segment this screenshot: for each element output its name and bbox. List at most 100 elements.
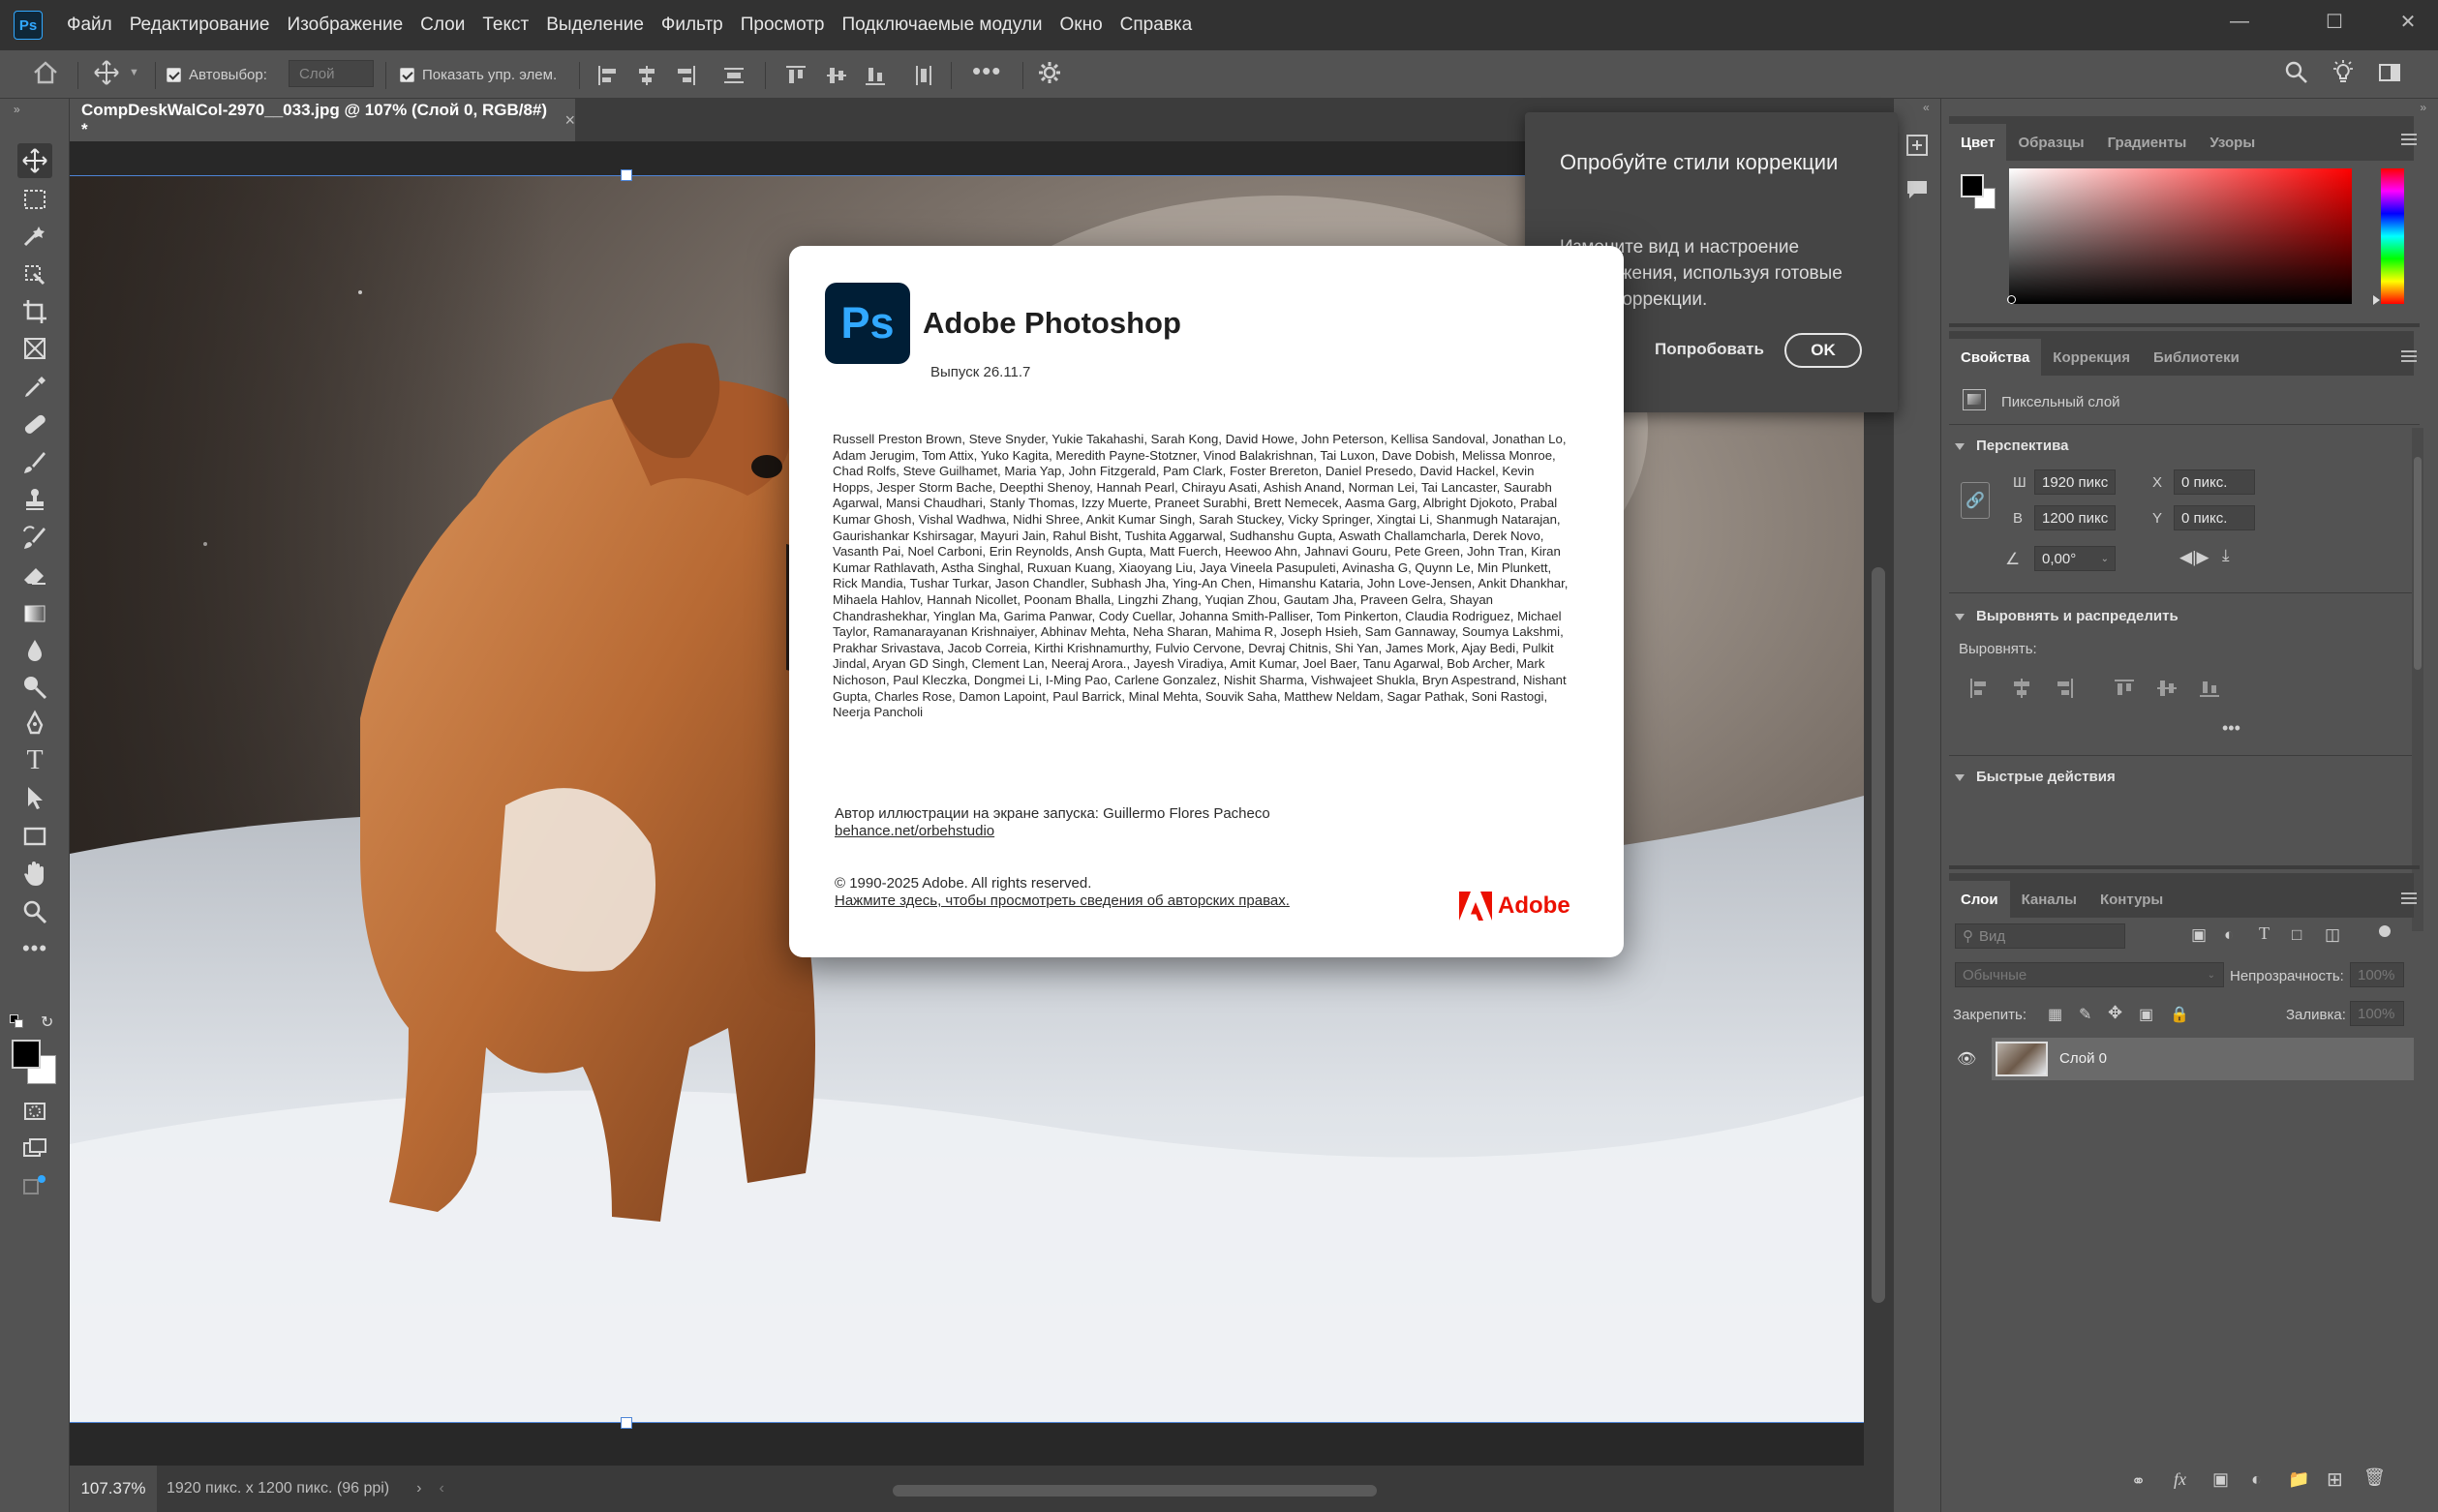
dodge-tool-icon[interactable]	[17, 670, 52, 705]
discover-lightbulb-icon[interactable]	[2330, 60, 2357, 85]
frame-tool-icon[interactable]	[17, 331, 52, 366]
move-tool-preset-icon[interactable]: ▼	[92, 60, 139, 85]
layer-row[interactable]: Слой 0	[1992, 1038, 2414, 1080]
share-icon[interactable]	[17, 1167, 52, 1202]
properties-scrollbar[interactable]	[2412, 428, 2423, 931]
autoselect-target-select[interactable]: Слой	[289, 60, 374, 87]
expand-panels-icon[interactable]: «	[1923, 101, 1930, 114]
autoselect-checkbox[interactable]: Автовыбор:	[167, 62, 267, 87]
new-layer-icon[interactable]: ⊞	[2327, 1467, 2343, 1492]
rectangle-tool-icon[interactable]	[17, 819, 52, 854]
distribute-icon[interactable]	[722, 64, 746, 87]
autoselect-check-icon[interactable]	[167, 67, 181, 82]
search-icon[interactable]	[2283, 60, 2310, 85]
angle-dropdown-icon[interactable]: ⌄	[2101, 554, 2109, 564]
angle-field[interactable]: 0,00° ⌄	[2034, 546, 2116, 571]
object-selection-tool-icon[interactable]	[17, 219, 52, 254]
history-panel-icon[interactable]	[1904, 132, 1931, 164]
tab-paths[interactable]: Контуры	[2088, 881, 2175, 918]
clone-stamp-tool-icon[interactable]	[17, 482, 52, 517]
collapse-panels-icon[interactable]: »	[2420, 101, 2426, 114]
panel-align-vcenter-icon[interactable]	[2156, 678, 2178, 699]
lock-all-icon[interactable]: 🔒	[2170, 1005, 2189, 1024]
crop-tool-icon[interactable]	[17, 294, 52, 329]
blend-mode-select[interactable]: Обычные ⌄	[1955, 962, 2224, 987]
menu-window[interactable]: Окно	[1051, 0, 1112, 50]
eyedropper-tool-icon[interactable]	[17, 370, 52, 405]
show-transform-check-icon[interactable]	[400, 67, 414, 82]
align-right-edges-icon[interactable]	[674, 64, 697, 87]
quick-mask-icon[interactable]	[17, 1094, 52, 1129]
tab-color[interactable]: Цвет	[1949, 124, 2007, 161]
link-layers-icon[interactable]: ⚭	[2131, 1471, 2146, 1492]
settings-gear-icon[interactable]	[1036, 60, 1063, 85]
lock-position-icon[interactable]: ✥	[2108, 1003, 2122, 1023]
layers-panel-menu-icon[interactable]	[2401, 892, 2417, 904]
menu-file[interactable]: Файл	[58, 0, 121, 50]
crop-select-tool-icon[interactable]	[17, 257, 52, 292]
filter-type-icon[interactable]: T	[2259, 923, 2270, 944]
gradient-tool-icon[interactable]	[17, 596, 52, 631]
hue-slider-marker-icon[interactable]	[2373, 295, 2380, 305]
brush-tool-icon[interactable]	[17, 445, 52, 480]
panel-align-hcenter-icon[interactable]	[2011, 678, 2032, 699]
distribute-vertical-icon[interactable]	[912, 64, 935, 87]
align-section-toggle[interactable]: Выровнять и распределить	[1955, 608, 2179, 624]
document-info[interactable]: 1920 пикс. x 1200 пикс. (96 ppi)	[167, 1480, 389, 1497]
filter-adjustment-icon[interactable]: ◐	[2224, 925, 2234, 945]
y-field[interactable]: 0 пикс.	[2174, 505, 2255, 530]
screen-mode-icon[interactable]	[17, 1131, 52, 1165]
document-tab[interactable]: CompDeskWalCol-2970__033.jpg @ 107% (Сло…	[70, 99, 575, 141]
history-brush-tool-icon[interactable]	[17, 521, 52, 556]
color-field[interactable]	[2009, 168, 2352, 304]
maximize-button[interactable]: ☐	[2304, 0, 2364, 43]
menu-help[interactable]: Справка	[1112, 0, 1202, 50]
align-top-edges-icon[interactable]	[784, 64, 808, 87]
x-field[interactable]: 0 пикс.	[2174, 469, 2255, 495]
default-colors-icon[interactable]	[10, 1014, 23, 1028]
path-selection-tool-icon[interactable]	[17, 780, 52, 815]
delete-layer-icon[interactable]: 🗑	[2363, 1467, 2386, 1488]
align-vertical-centers-icon[interactable]	[825, 64, 848, 87]
transform-handle-top[interactable]	[621, 169, 632, 181]
try-button[interactable]: Попробовать	[1655, 340, 1764, 359]
menu-edit[interactable]: Редактирование	[121, 0, 279, 50]
layer-effects-icon[interactable]: fx	[2174, 1469, 2186, 1490]
menu-image[interactable]: Изображение	[278, 0, 411, 50]
lock-transparent-icon[interactable]: ▦	[2048, 1005, 2062, 1024]
eraser-tool-icon[interactable]	[17, 558, 52, 592]
status-menu-arrow-icon[interactable]: ›	[416, 1480, 421, 1497]
flip-horizontal-icon[interactable]: ◀|▶	[2179, 548, 2209, 567]
color-panel-menu-icon[interactable]	[2401, 134, 2417, 145]
workspace-icon[interactable]	[2376, 60, 2403, 85]
align-horizontal-centers-icon[interactable]	[635, 64, 658, 87]
opacity-field[interactable]: 100%	[2350, 962, 2404, 987]
tab-patterns[interactable]: Узоры	[2198, 124, 2267, 161]
lock-artboard-icon[interactable]: ▣	[2139, 1005, 2153, 1024]
hue-slider[interactable]	[2381, 168, 2404, 304]
panel-align-right-icon[interactable]	[2054, 678, 2075, 699]
tab-libraries[interactable]: Библиотеки	[2142, 339, 2251, 376]
layer-visibility-eye-icon[interactable]: 👁	[1957, 1049, 1976, 1069]
scroll-left-icon[interactable]: ‹	[439, 1480, 443, 1497]
menu-plugins[interactable]: Подключаемые модули	[834, 0, 1051, 50]
blur-tool-icon[interactable]	[17, 633, 52, 668]
marquee-tool-icon[interactable]	[17, 182, 52, 217]
fill-field[interactable]: 100%	[2350, 1001, 2404, 1026]
lock-pixels-icon[interactable]: ✎	[2079, 1005, 2091, 1024]
filter-shape-icon[interactable]: □	[2292, 925, 2301, 945]
swap-colors-icon[interactable]: ↻	[41, 1013, 53, 1032]
layer-name[interactable]: Слой 0	[2059, 1050, 2107, 1067]
close-tab-icon[interactable]: ×	[564, 110, 575, 131]
color-picker-marker[interactable]	[2007, 295, 2016, 304]
layer-kind-filter[interactable]: ⚲ Вид	[1955, 923, 2125, 949]
tab-channels[interactable]: Каналы	[2010, 881, 2088, 918]
tab-gradients[interactable]: Градиенты	[2096, 124, 2199, 161]
foreground-color-swatch[interactable]	[12, 1040, 41, 1069]
align-bottom-edges-icon[interactable]	[864, 64, 887, 87]
filter-smart-object-icon[interactable]: ◫	[2325, 925, 2340, 945]
panel-align-top-icon[interactable]	[2114, 678, 2135, 699]
menu-layers[interactable]: Слои	[411, 0, 473, 50]
panel-align-bottom-icon[interactable]	[2199, 678, 2220, 699]
new-adjustment-layer-icon[interactable]: ◐	[2251, 1469, 2262, 1490]
